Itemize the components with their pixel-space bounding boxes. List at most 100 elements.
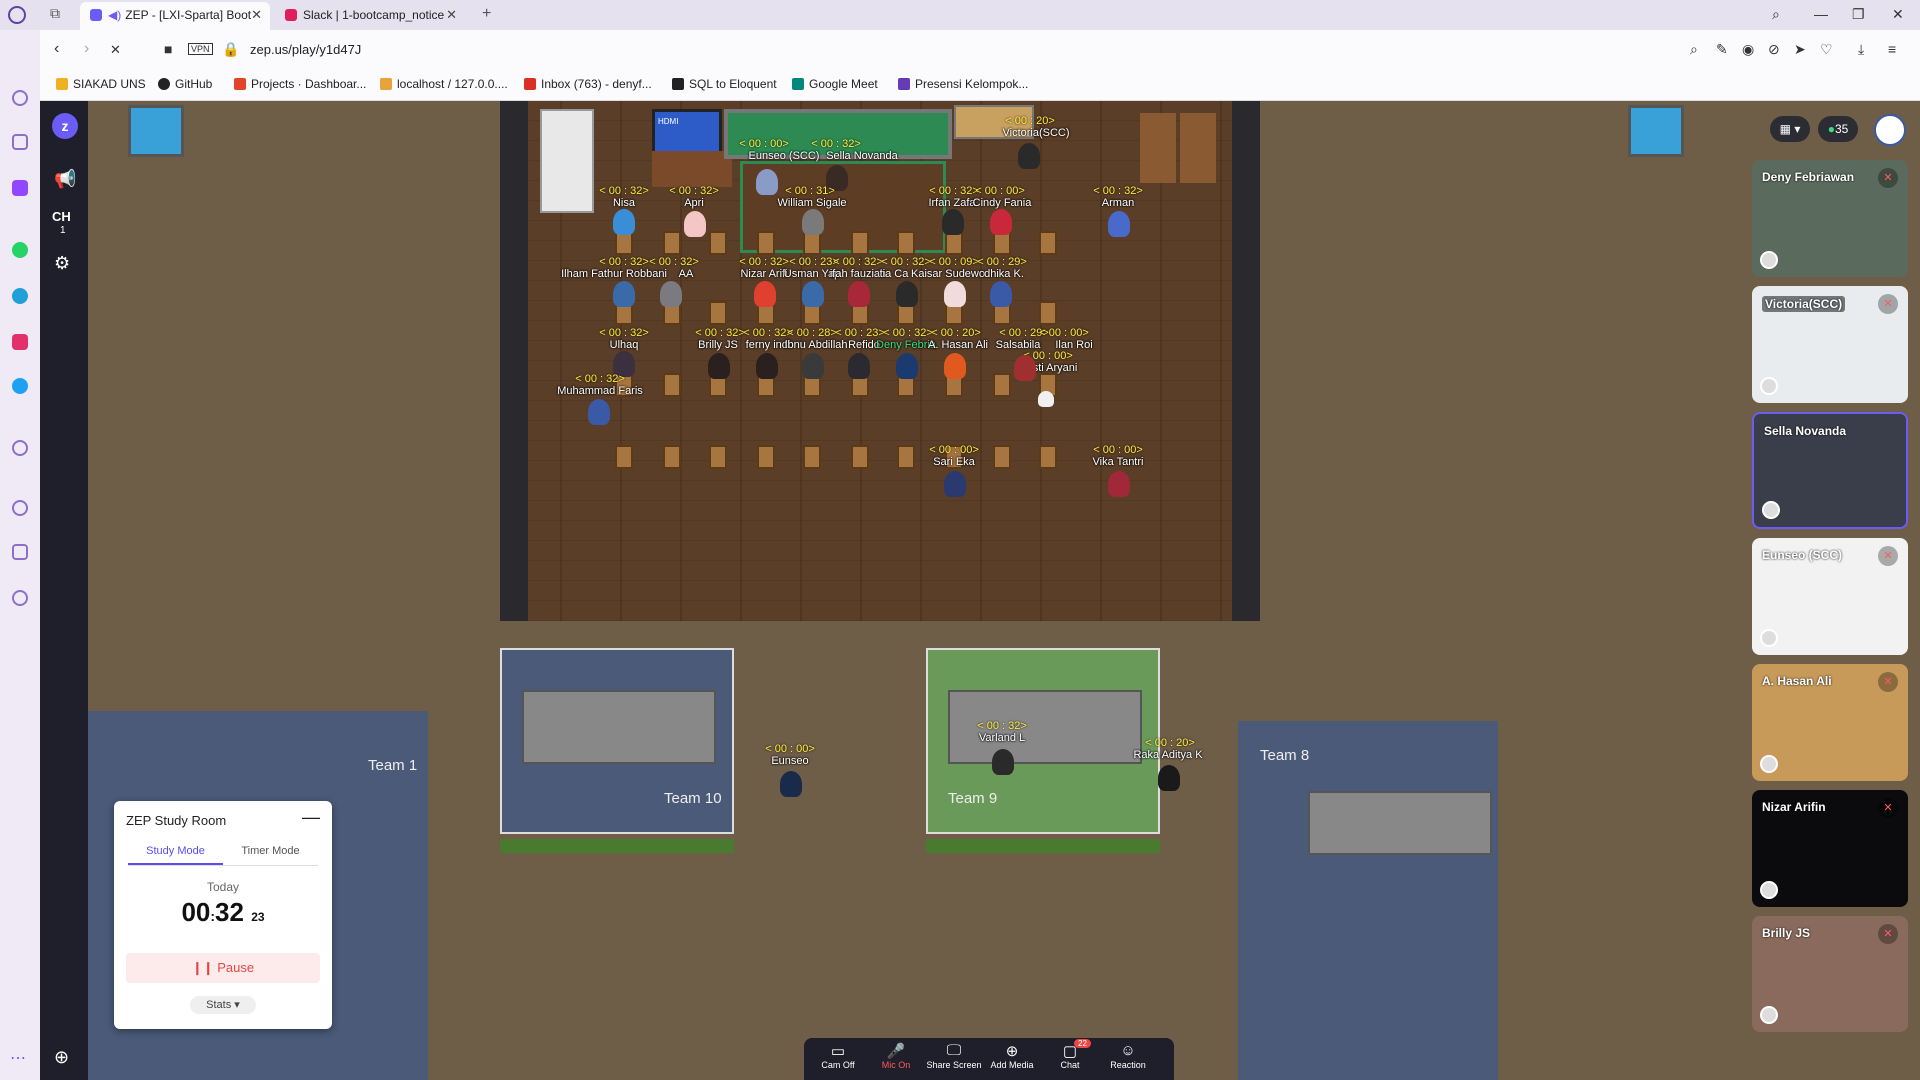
tab-study-mode[interactable]: Study Mode: [128, 841, 223, 865]
video-tile-speaking[interactable]: Sella Novanda: [1752, 412, 1908, 529]
forward-icon[interactable]: ›: [84, 40, 89, 58]
video-tile[interactable]: Deny Febriawan ✕: [1752, 160, 1908, 277]
player-avatar[interactable]: [1018, 143, 1040, 169]
heart-icon[interactable]: ♡: [1820, 41, 1833, 58]
bookmark-siakad[interactable]: SIAKAD UNS: [56, 77, 146, 91]
bookmark-google-meet[interactable]: Google Meet: [792, 77, 878, 91]
stop-loading-icon[interactable]: ✕: [110, 42, 121, 58]
player-avatar[interactable]: [1108, 211, 1130, 237]
send-icon[interactable]: ➤: [1794, 41, 1806, 58]
settings-icon[interactable]: [12, 590, 28, 606]
telegram-icon[interactable]: [12, 288, 28, 304]
video-tile[interactable]: Brilly JS ✕: [1752, 916, 1908, 1032]
close-tab-icon[interactable]: ✕: [446, 7, 457, 23]
player-avatar[interactable]: [896, 353, 918, 379]
minimize-icon[interactable]: —: [1814, 6, 1828, 22]
tab-zep[interactable]: ◀) ZEP - [LXI-Sparta] Boot ✕: [80, 2, 270, 30]
player-avatar[interactable]: [942, 209, 964, 235]
minimize-icon[interactable]: —: [302, 807, 320, 828]
block-icon[interactable]: ⊘: [1768, 41, 1780, 58]
bookmark-sql-eloquent[interactable]: SQL to Eloquent: [672, 77, 777, 91]
speed-dial-icon[interactable]: [12, 90, 28, 106]
chat-button[interactable]: 22 ▢ Chat: [1040, 1039, 1100, 1070]
player-avatar[interactable]: [802, 281, 824, 307]
pause-button[interactable]: ❙❙ Pause: [126, 953, 320, 983]
bookmark-github[interactable]: GitHub: [158, 77, 212, 91]
history-icon[interactable]: [12, 500, 28, 516]
gear-icon[interactable]: ⚙: [54, 253, 70, 274]
bookmark-gitlab[interactable]: Projects · Dashboar...: [234, 77, 366, 91]
twitter-icon[interactable]: [12, 378, 28, 394]
pet-avatar[interactable]: [1038, 391, 1054, 407]
search-tabs-icon[interactable]: ⌕: [1772, 6, 1780, 23]
extensions-icon[interactable]: [12, 544, 28, 560]
back-icon[interactable]: ‹: [54, 40, 59, 58]
player-avatar[interactable]: [754, 281, 776, 307]
player-avatar[interactable]: [708, 353, 730, 379]
restore-icon[interactable]: ❐: [1852, 6, 1865, 23]
stats-button[interactable]: Stats ▾: [190, 996, 256, 1014]
player-icon[interactable]: [12, 440, 28, 456]
close-window-icon[interactable]: ✕: [1892, 6, 1904, 23]
add-media-button[interactable]: ⊕ Add Media: [982, 1042, 1042, 1070]
player-avatar[interactable]: [613, 281, 635, 307]
url-field[interactable]: zep.us/play/y1d47J: [250, 42, 361, 57]
player-avatar[interactable]: [588, 399, 610, 425]
bookmark-gmail[interactable]: Inbox (763) - denyf...: [524, 77, 652, 91]
player-avatar[interactable]: [896, 281, 918, 307]
video-tile[interactable]: A. Hasan Ali ✕: [1752, 664, 1908, 781]
share-screen-button[interactable]: 🖵 Share Screen: [924, 1042, 984, 1070]
video-tile[interactable]: Eunseo (SCC) ✕: [1752, 538, 1908, 655]
player-avatar[interactable]: [1108, 471, 1130, 497]
vpn-badge[interactable]: VPN: [188, 43, 213, 55]
shopping-icon[interactable]: [12, 134, 28, 150]
tab-slack[interactable]: Slack | 1-bootcamp_notice ✕: [275, 2, 465, 30]
menu-icon[interactable]: ≡: [1888, 41, 1896, 57]
my-avatar[interactable]: [1874, 114, 1906, 146]
tab-workspaces-icon[interactable]: ⧉: [50, 5, 60, 22]
player-avatar[interactable]: [992, 749, 1014, 775]
player-avatar[interactable]: [848, 281, 870, 307]
zoom-icon[interactable]: ⌕: [1690, 41, 1698, 58]
player-avatar[interactable]: [944, 281, 966, 307]
player-avatar[interactable]: [780, 771, 802, 797]
megaphone-icon[interactable]: 📢: [54, 169, 76, 190]
instagram-icon[interactable]: [12, 334, 28, 350]
player-avatar[interactable]: [684, 211, 706, 237]
player-avatar[interactable]: [848, 353, 870, 379]
player-avatar[interactable]: [802, 209, 824, 235]
layout-toggle-button[interactable]: ▦ ▾: [1770, 116, 1810, 142]
player-avatar[interactable]: [660, 281, 682, 307]
new-tab-icon[interactable]: +: [482, 5, 491, 23]
bookmark-localhost[interactable]: localhost / 127.0.0....: [380, 77, 508, 91]
video-tile[interactable]: Victoria(SCC) ✕: [1752, 286, 1908, 403]
player-avatar[interactable]: [1014, 355, 1036, 381]
player-avatar[interactable]: [613, 209, 635, 235]
player-avatar[interactable]: [990, 281, 1012, 307]
reaction-button[interactable]: ☺ Reaction: [1098, 1042, 1158, 1070]
player-avatar[interactable]: [802, 353, 824, 379]
player-avatar[interactable]: [944, 353, 966, 379]
add-icon[interactable]: ⊕: [54, 1047, 69, 1068]
close-tab-icon[interactable]: ✕: [251, 7, 262, 23]
download-icon[interactable]: ⤓: [1858, 41, 1864, 58]
zep-logo[interactable]: z: [52, 113, 78, 139]
player-avatar[interactable]: [990, 209, 1012, 235]
player-avatar[interactable]: [944, 471, 966, 497]
player-avatar[interactable]: [756, 353, 778, 379]
participant-count-button[interactable]: ●35: [1818, 116, 1858, 142]
cam-off-button[interactable]: ▭ Cam Off: [808, 1042, 868, 1070]
snapshot-icon[interactable]: ◉: [1742, 41, 1754, 58]
video-tile[interactable]: Nizar Arifin ✕: [1752, 790, 1908, 907]
edit-icon[interactable]: ✎: [1716, 41, 1728, 58]
opera-logo-icon[interactable]: [8, 6, 26, 24]
player-avatar[interactable]: [756, 169, 778, 195]
channel-label[interactable]: CH: [52, 209, 71, 224]
game-map[interactable]: HDMI < 00 : 20> Victoria(SCC) < 00 : 00>…: [88, 101, 1920, 1080]
mic-button[interactable]: 🎤 Mic On: [866, 1042, 926, 1070]
camera-icon[interactable]: ■: [164, 41, 172, 57]
lock-icon[interactable]: 🔒: [222, 41, 239, 58]
tab-timer-mode[interactable]: Timer Mode: [223, 841, 318, 861]
twitch-icon[interactable]: [12, 180, 28, 196]
whatsapp-icon[interactable]: [12, 242, 28, 258]
